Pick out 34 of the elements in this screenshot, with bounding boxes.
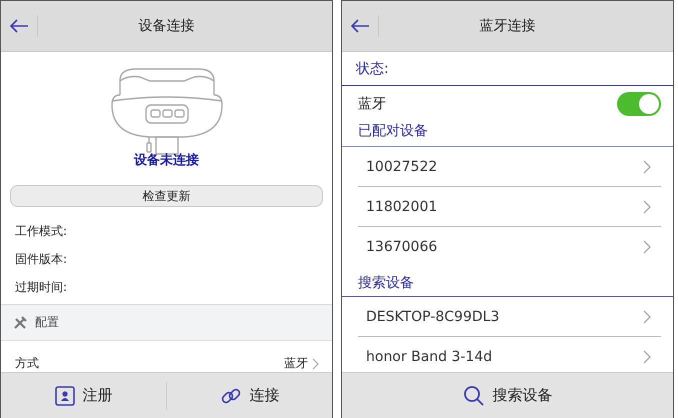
search-devices-button[interactable]: 搜索设备 [342,373,673,418]
info-label: 工作模式: [15,223,68,240]
info-label: 固件版本: [15,251,68,268]
search-icon [462,384,484,406]
bluetooth-toggle[interactable] [617,92,661,116]
section-title: 配置 [35,314,59,331]
chevron-icon [643,350,651,364]
info-label: 过期时间: [15,279,68,296]
paired-devices-heading: 已配对设备 [358,123,428,139]
tools-icon [13,316,27,330]
search-devices-heading: 搜索设备 [358,275,414,291]
chevron-icon [643,240,651,254]
screen-title: 设备连接 [138,17,196,35]
device-item[interactable]: DESKTOP-8C99DL3 [358,297,661,337]
setting-label: 方式 [15,355,39,372]
device-item[interactable]: 13670066 [358,227,661,266]
chevron-icon [643,200,651,214]
back-arrow-icon[interactable] [9,19,29,33]
connect-button[interactable]: 连接 [167,373,332,418]
bluetooth-label: 蓝牙 [358,95,386,113]
register-button[interactable]: 注册 [1,373,166,418]
screen-title: 蓝牙连接 [478,17,536,35]
device-item[interactable]: 10027522 [358,147,661,187]
device-item[interactable]: honor Band 3-14d [358,337,661,372]
back-arrow-icon[interactable] [350,19,370,33]
device-item[interactable]: 11802001 [358,187,661,227]
setting-value[interactable]: 蓝牙 [284,355,308,372]
status-label: 状态: [356,60,389,78]
person-card-icon [54,386,74,406]
connection-status: 设备未连接 [134,152,199,169]
chevron-icon [643,160,651,174]
chevron-icon [312,358,320,370]
chevron-icon [643,310,651,324]
check-update-button[interactable]: 检查更新 [10,185,323,207]
